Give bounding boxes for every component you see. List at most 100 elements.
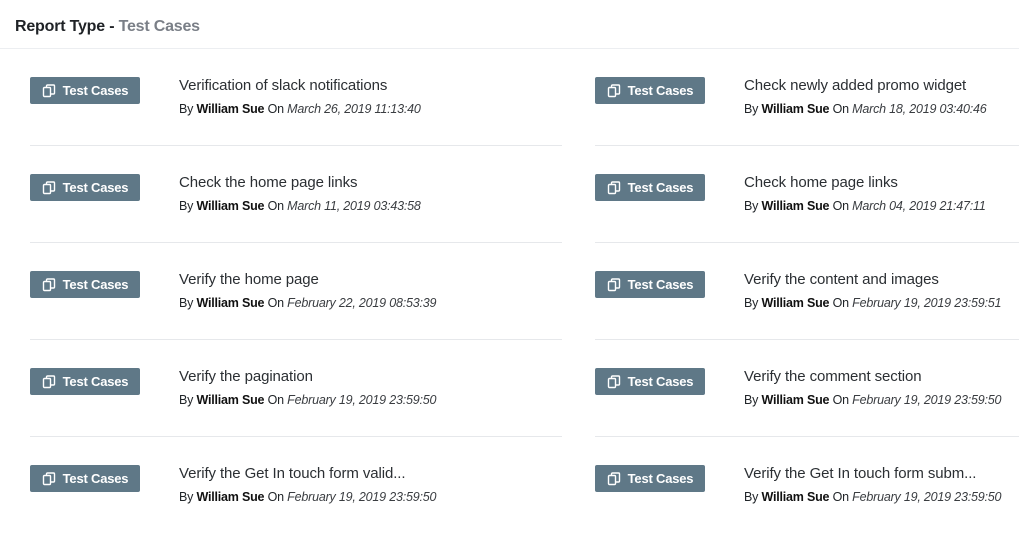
- test-cases-badge[interactable]: Test Cases: [595, 271, 705, 298]
- on-label: On: [832, 199, 849, 213]
- timestamp: February 22, 2019 08:53:39: [287, 296, 437, 310]
- list-item: Test Cases Check newly added promo widget…: [595, 49, 1019, 146]
- on-label: On: [832, 490, 849, 504]
- author-name: William Sue: [196, 296, 265, 310]
- on-label: On: [267, 490, 284, 504]
- on-label: On: [267, 199, 284, 213]
- list-item: Test Cases Verify the pagination By Willia…: [30, 340, 562, 437]
- copy-icon: [607, 180, 620, 194]
- test-case-title[interactable]: Verification of slack notifications: [179, 77, 387, 94]
- badge-label: Test Cases: [627, 83, 694, 98]
- by-label: By: [744, 199, 759, 213]
- by-label: By: [744, 393, 759, 407]
- test-case-title[interactable]: Verify the pagination: [179, 368, 313, 385]
- author-name: William Sue: [761, 490, 830, 504]
- list-item: Test Cases Verify the Get In touch form v…: [30, 437, 562, 534]
- test-cases-badge[interactable]: Test Cases: [595, 77, 705, 104]
- test-cases-badge[interactable]: Test Cases: [30, 77, 140, 104]
- author-name: William Sue: [196, 393, 265, 407]
- on-label: On: [832, 393, 849, 407]
- list-item: Test Cases Verify the comment section By W…: [595, 340, 1019, 437]
- on-label: On: [267, 393, 284, 407]
- badge-label: Test Cases: [62, 277, 129, 292]
- test-case-meta: By William Sue On March 11, 2019 03:43:5…: [179, 199, 421, 213]
- copy-icon: [607, 471, 620, 485]
- timestamp: February 19, 2019 23:59:50: [852, 490, 1002, 504]
- badge-label: Test Cases: [62, 180, 129, 195]
- report-type-heading: Report Type - Test Cases: [15, 18, 200, 36]
- copy-icon: [42, 471, 55, 485]
- on-label: On: [267, 296, 284, 310]
- list-item: Test Cases Verify the home page By William…: [30, 243, 562, 340]
- test-case-meta: By William Sue On February 19, 2019 23:5…: [744, 296, 1001, 310]
- test-case-meta: By William Sue On February 19, 2019 23:5…: [179, 393, 436, 407]
- by-label: By: [179, 102, 194, 116]
- author-name: William Sue: [196, 199, 265, 213]
- badge-label: Test Cases: [627, 471, 694, 486]
- copy-icon: [607, 374, 620, 388]
- test-case-title[interactable]: Check newly added promo widget: [744, 77, 966, 94]
- test-case-title[interactable]: Verify the Get In touch form valid...: [179, 465, 406, 482]
- test-case-title[interactable]: Check the home page links: [179, 174, 358, 191]
- by-label: By: [744, 296, 759, 310]
- timestamp: March 04, 2019 21:47:11: [852, 199, 986, 213]
- test-case-meta: By William Sue On February 19, 2019 23:5…: [179, 490, 436, 504]
- by-label: By: [179, 296, 194, 310]
- test-case-meta: By William Sue On February 22, 2019 08:5…: [179, 296, 436, 310]
- list-item: Test Cases Verification of slack notifica…: [30, 49, 562, 146]
- timestamp: February 19, 2019 23:59:50: [287, 490, 437, 504]
- test-case-title[interactable]: Verify the Get In touch form subm...: [744, 465, 976, 482]
- test-cases-badge[interactable]: Test Cases: [30, 174, 140, 201]
- on-label: On: [832, 296, 849, 310]
- list-item: Test Cases Check home page links By Willia…: [595, 146, 1019, 243]
- badge-label: Test Cases: [62, 374, 129, 389]
- test-case-title[interactable]: Verify the home page: [179, 271, 319, 288]
- timestamp: March 26, 2019 11:13:40: [287, 102, 421, 116]
- timestamp: February 19, 2019 23:59:51: [852, 296, 1002, 310]
- test-cases-badge[interactable]: Test Cases: [595, 368, 705, 395]
- test-cases-badge[interactable]: Test Cases: [595, 465, 705, 492]
- test-cases-badge[interactable]: Test Cases: [30, 465, 140, 492]
- author-name: William Sue: [196, 490, 265, 504]
- badge-label: Test Cases: [627, 374, 694, 389]
- badge-label: Test Cases: [627, 277, 694, 292]
- copy-icon: [42, 374, 55, 388]
- by-label: By: [744, 102, 759, 116]
- timestamp: March 18, 2019 03:40:46: [852, 102, 987, 116]
- test-case-title[interactable]: Verify the comment section: [744, 368, 922, 385]
- copy-icon: [607, 83, 620, 97]
- test-case-meta: By William Sue On March 04, 2019 21:47:1…: [744, 199, 986, 213]
- on-label: On: [267, 102, 284, 116]
- author-name: William Sue: [761, 102, 830, 116]
- timestamp: February 19, 2019 23:59:50: [852, 393, 1002, 407]
- test-cases-badge[interactable]: Test Cases: [30, 271, 140, 298]
- test-case-meta: By William Sue On March 26, 2019 11:13:4…: [179, 102, 421, 116]
- test-case-meta: By William Sue On February 19, 2019 23:5…: [744, 490, 1001, 504]
- author-name: William Sue: [196, 102, 265, 116]
- author-name: William Sue: [761, 296, 830, 310]
- test-cases-badge[interactable]: Test Cases: [595, 174, 705, 201]
- copy-icon: [42, 83, 55, 97]
- badge-label: Test Cases: [627, 180, 694, 195]
- report-type-label: Report Type -: [15, 18, 119, 35]
- report-type-value: Test Cases: [118, 18, 201, 35]
- by-label: By: [179, 393, 194, 407]
- list-item: Test Cases Verify the content and images B…: [595, 243, 1019, 340]
- list-item: Test Cases Check the home page links By Wi…: [30, 146, 562, 243]
- copy-icon: [42, 277, 55, 291]
- by-label: By: [179, 490, 194, 504]
- author-name: William Sue: [761, 393, 830, 407]
- test-case-title[interactable]: Verify the content and images: [744, 271, 939, 288]
- test-cases-badge[interactable]: Test Cases: [30, 368, 140, 395]
- copy-icon: [42, 180, 55, 194]
- by-label: By: [744, 490, 759, 504]
- test-case-title[interactable]: Check home page links: [744, 174, 898, 191]
- test-case-meta: By William Sue On March 18, 2019 03:40:4…: [744, 102, 987, 116]
- timestamp: February 19, 2019 23:59:50: [287, 393, 437, 407]
- by-label: By: [179, 199, 194, 213]
- badge-label: Test Cases: [62, 471, 129, 486]
- author-name: William Sue: [761, 199, 830, 213]
- list-item: Test Cases Verify the Get In touch form s…: [595, 437, 1019, 534]
- test-case-meta: By William Sue On February 19, 2019 23:5…: [744, 393, 1001, 407]
- badge-label: Test Cases: [62, 83, 129, 98]
